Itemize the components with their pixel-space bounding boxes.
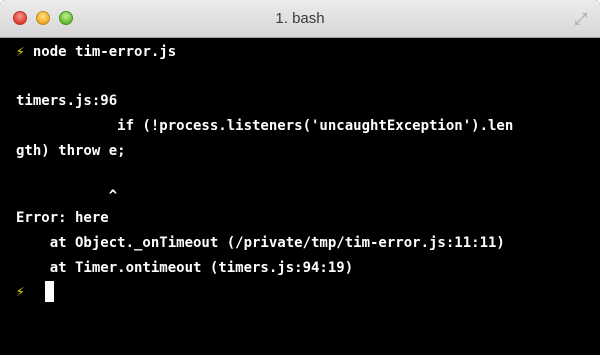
output-line: gth) throw e; xyxy=(16,143,126,159)
title-bar[interactable]: 1. bash xyxy=(0,0,600,38)
prompt-line: ⚡ xyxy=(16,283,24,301)
output-line: if (!process.listeners('uncaughtExceptio… xyxy=(16,118,514,134)
lightning-bolt-icon: ⚡ xyxy=(16,284,25,300)
zoom-light-icon[interactable] xyxy=(59,11,73,25)
minimize-light-icon[interactable] xyxy=(36,11,50,25)
command-text: node tim-error.js xyxy=(32,44,177,60)
terminal-window: 1. bash ⚡ node tim-error.js timers.js:96… xyxy=(0,0,600,355)
output-line: at Object._onTimeout (/private/tmp/tim-e… xyxy=(16,235,505,251)
output-line: ^ xyxy=(16,188,118,204)
terminal-output[interactable]: ⚡ node tim-error.js timers.js:96 if (!pr… xyxy=(0,38,600,355)
output-line: Error: here xyxy=(16,210,109,226)
text-cursor xyxy=(45,281,54,302)
lightning-bolt-icon: ⚡ xyxy=(16,44,25,60)
command-line: ⚡ node tim-error.js xyxy=(16,43,176,61)
close-light-icon[interactable] xyxy=(13,11,27,25)
window-title: 1. bash xyxy=(275,10,325,27)
fullscreen-icon[interactable] xyxy=(574,12,588,26)
output-line: timers.js:96 xyxy=(16,93,118,109)
output-line: at Timer.ontimeout (timers.js:94:19) xyxy=(16,260,354,276)
